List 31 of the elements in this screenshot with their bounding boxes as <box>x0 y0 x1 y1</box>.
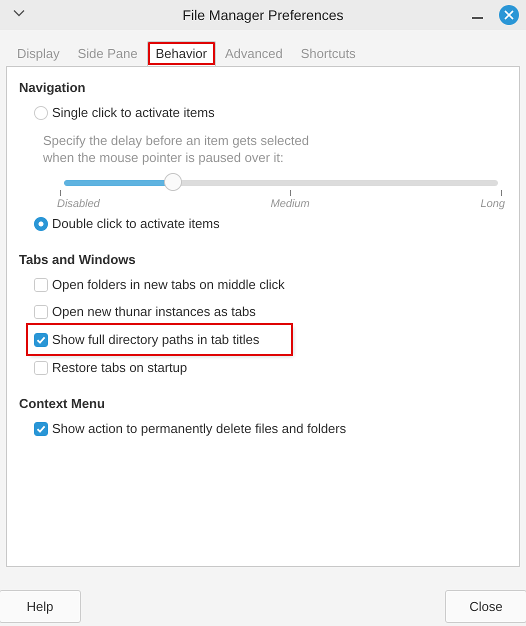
checkbox-label[interactable]: Open folders in new tabs on middle click <box>52 277 285 292</box>
checkbox[interactable] <box>34 332 48 346</box>
slider-thumb[interactable] <box>164 173 182 191</box>
chevron-down-icon[interactable] <box>13 9 25 17</box>
checkmark-icon <box>36 424 46 434</box>
checkbox-label[interactable]: Restore tabs on startup <box>52 360 188 375</box>
section-heading: Navigation <box>19 79 86 97</box>
close-button[interactable]: Close <box>445 590 526 623</box>
radio-label[interactable]: Single click to activate items <box>52 105 215 120</box>
checkbox-label[interactable]: Open new thunar instances as tabs <box>52 304 256 319</box>
section-heading: Tabs and Windows <box>19 251 137 269</box>
hint-text: Specify the delay before an item gets selected when the mouse pointer is paused over it: <box>43 132 310 166</box>
radio-label[interactable]: Double click to activate items <box>52 216 220 231</box>
checkbox[interactable] <box>34 360 48 374</box>
checkbox[interactable] <box>34 422 48 436</box>
checkmark-icon <box>36 334 46 344</box>
radio-button[interactable] <box>34 216 48 230</box>
checkbox-label[interactable]: Show action to permanently delete files and folders <box>52 421 346 436</box>
section-heading: Context Menu <box>19 395 106 413</box>
slider-mark-label: Disabled <box>57 198 100 210</box>
checkbox-label[interactable]: Show full directory paths in tab titles <box>52 332 260 347</box>
slider-mark-label: Medium <box>270 198 310 210</box>
window-title: File Manager Preferences <box>182 7 344 23</box>
help-button[interactable]: Help <box>0 590 81 623</box>
radio-button[interactable] <box>34 106 48 120</box>
checkbox[interactable] <box>34 278 48 292</box>
tab[interactable]: Behavior <box>146 41 216 66</box>
slider-mark-label: Long <box>480 198 505 210</box>
checkbox[interactable] <box>34 304 48 318</box>
dot-icon <box>36 218 46 228</box>
close-icon[interactable] <box>499 5 519 25</box>
